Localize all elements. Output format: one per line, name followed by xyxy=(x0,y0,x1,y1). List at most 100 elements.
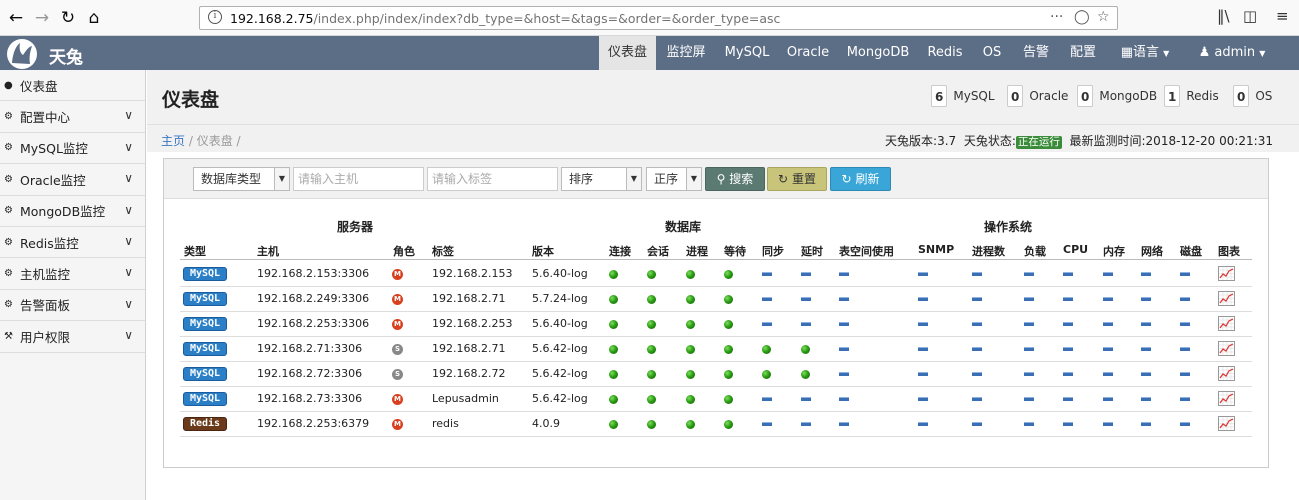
host-cell[interactable]: 192.168.2.73:3306 xyxy=(257,392,362,405)
chart-icon[interactable] xyxy=(1218,266,1235,281)
nav-os[interactable]: OS xyxy=(977,36,1007,70)
chevron-down-icon: ∨ xyxy=(124,296,133,311)
caret-down-icon: ▼ xyxy=(1259,49,1266,58)
column-header: 进程数 xyxy=(972,245,1005,258)
status-ok-icon xyxy=(686,295,695,304)
chart-icon[interactable] xyxy=(1218,416,1235,431)
home-icon[interactable]: ⌂ xyxy=(82,6,106,30)
caret-down-icon: ▼ xyxy=(1163,49,1170,58)
sidebar-item-4[interactable]: ⚙ MongoDB监控 ∨ xyxy=(0,196,145,227)
nav-redis[interactable]: Redis xyxy=(923,36,967,70)
sidebar-item-2[interactable]: ⚙ MySQL监控 ∨ xyxy=(0,133,145,165)
status-ok-icon xyxy=(609,345,618,354)
not-applicable-icon xyxy=(972,272,982,276)
stat-mysql[interactable]: 6 MySQL xyxy=(931,84,995,108)
pocket-icon[interactable]: ◯ xyxy=(1074,9,1090,25)
chart-icon[interactable] xyxy=(1218,316,1235,331)
tag-cell: 192.168.2.71 xyxy=(432,342,506,355)
sidebar-item-5[interactable]: ⚙ Redis监控 ∨ xyxy=(0,227,145,259)
status-badge: 正在运行 xyxy=(1015,136,1062,149)
order-type-select[interactable]: 正序 ▼ xyxy=(646,167,702,191)
chevron-down-icon: ∨ xyxy=(124,202,133,217)
status-ok-icon xyxy=(609,320,618,329)
stat-redis[interactable]: 1 Redis xyxy=(1164,84,1219,108)
tag-cell: Lepusadmin xyxy=(432,392,499,405)
reset-button[interactable]: ↻ 重置 xyxy=(767,167,827,191)
breadcrumb-home[interactable]: 主页 xyxy=(161,134,185,148)
host-cell[interactable]: 192.168.2.249:3306 xyxy=(257,292,369,305)
sidebar-item-3[interactable]: ⚙ Oracle监控 ∨ xyxy=(0,164,145,196)
library-icon[interactable]: ‖\ xyxy=(1217,7,1230,25)
host-cell[interactable]: 192.168.2.72:3306 xyxy=(257,367,362,380)
sidebar-item-8[interactable]: ⚒ 用户权限 ∨ xyxy=(0,321,145,353)
not-applicable-icon xyxy=(1063,372,1073,376)
menu-icon[interactable]: ≡ xyxy=(1276,7,1289,25)
status-ok-icon xyxy=(724,395,733,404)
refresh-button[interactable]: ↻ 刷新 xyxy=(830,167,891,191)
not-applicable-icon xyxy=(1141,347,1151,351)
host-cell[interactable]: 192.168.2.253:6379 xyxy=(257,417,369,430)
nav-mysql[interactable]: MySQL xyxy=(719,36,775,70)
db-type-select[interactable]: 数据库类型 ▼ xyxy=(193,167,290,191)
tag-cell: 192.168.2.71 xyxy=(432,292,506,305)
db-type-badge: MySQL xyxy=(183,267,227,281)
status-ok-icon xyxy=(686,345,695,354)
chart-icon[interactable] xyxy=(1218,341,1235,356)
cog-icon: ⚙ xyxy=(4,268,13,280)
not-applicable-icon xyxy=(762,397,772,401)
host-cell[interactable]: 192.168.2.71:3306 xyxy=(257,342,362,355)
not-applicable-icon xyxy=(1103,322,1113,326)
site-info-icon[interactable]: i xyxy=(208,10,222,24)
back-icon[interactable]: ← xyxy=(4,6,28,30)
nav-alarm[interactable]: 告警 xyxy=(1017,36,1055,70)
more-icon[interactable]: ··· xyxy=(1050,9,1063,25)
search-button[interactable]: ⚲ 搜索 xyxy=(705,167,765,191)
not-applicable-icon xyxy=(1024,297,1034,301)
sidebar-item-7[interactable]: ⚙ 告警面板 ∨ xyxy=(0,290,145,322)
status-ok-icon xyxy=(686,395,695,404)
tags-input[interactable]: 请输入标签 xyxy=(427,167,558,191)
not-applicable-icon xyxy=(1024,422,1034,426)
forward-icon[interactable]: → xyxy=(30,6,54,30)
not-applicable-icon xyxy=(972,322,982,326)
header-divider xyxy=(180,259,1252,260)
url-host: 192.168.2.75 xyxy=(230,11,314,26)
status-ok-icon xyxy=(647,345,656,354)
not-applicable-icon xyxy=(801,272,811,276)
order-select[interactable]: 排序 ▼ xyxy=(561,167,642,191)
column-header: 会话 xyxy=(647,245,669,258)
nav-language-dropdown[interactable]: ▦语言 ▼ xyxy=(1112,36,1178,70)
not-applicable-icon xyxy=(839,322,849,326)
bookmark-star-icon[interactable]: ☆ xyxy=(1097,9,1110,25)
app-brand[interactable]: 天兔 xyxy=(49,43,83,68)
host-cell[interactable]: 192.168.2.253:3306 xyxy=(257,317,369,330)
host-cell[interactable]: 192.168.2.153:3306 xyxy=(257,267,369,280)
column-header: 同步 xyxy=(762,245,784,258)
sidebar-toggle-icon[interactable]: ◫ xyxy=(1243,7,1257,25)
version-cell: 5.6.42-log xyxy=(532,367,588,380)
sidebar-item-6[interactable]: ⚙ 主机监控 ∨ xyxy=(0,258,145,290)
nav-user-dropdown[interactable]: ♟ admin ▼ xyxy=(1192,36,1272,70)
chart-icon[interactable] xyxy=(1218,391,1235,406)
nav-oracle[interactable]: Oracle xyxy=(782,36,834,70)
reload-icon[interactable]: ↻ xyxy=(56,6,80,30)
db-type-badge: MySQL xyxy=(183,392,227,406)
stat-mongodb[interactable]: 0 MongoDB xyxy=(1077,84,1157,108)
db-type-badge: MySQL xyxy=(183,342,227,356)
not-applicable-icon xyxy=(1180,347,1190,351)
stat-os[interactable]: 0 OS xyxy=(1233,84,1272,108)
version-cell: 4.0.9 xyxy=(532,417,560,430)
column-header: 延时 xyxy=(801,245,823,258)
nav-monitor-screen[interactable]: 监控屏 xyxy=(660,36,712,70)
sidebar-item-1[interactable]: ⚙ 配置中心 ∨ xyxy=(0,101,145,133)
address-bar[interactable]: i 192.168.2.75/index.php/index/index?db_… xyxy=(199,6,1118,30)
nav-mongodb[interactable]: MongoDB xyxy=(842,36,914,70)
nav-dashboard[interactable]: 仪表盘 xyxy=(599,36,656,70)
sidebar-item-0[interactable]: ● 仪表盘 xyxy=(0,70,145,102)
host-input[interactable]: 请输入主机 xyxy=(293,167,424,191)
chart-icon[interactable] xyxy=(1218,366,1235,381)
cog-icon: ⚙ xyxy=(4,299,13,311)
chart-icon[interactable] xyxy=(1218,291,1235,306)
nav-config[interactable]: 配置 xyxy=(1064,36,1102,70)
stat-oracle[interactable]: 0 Oracle xyxy=(1007,84,1068,108)
